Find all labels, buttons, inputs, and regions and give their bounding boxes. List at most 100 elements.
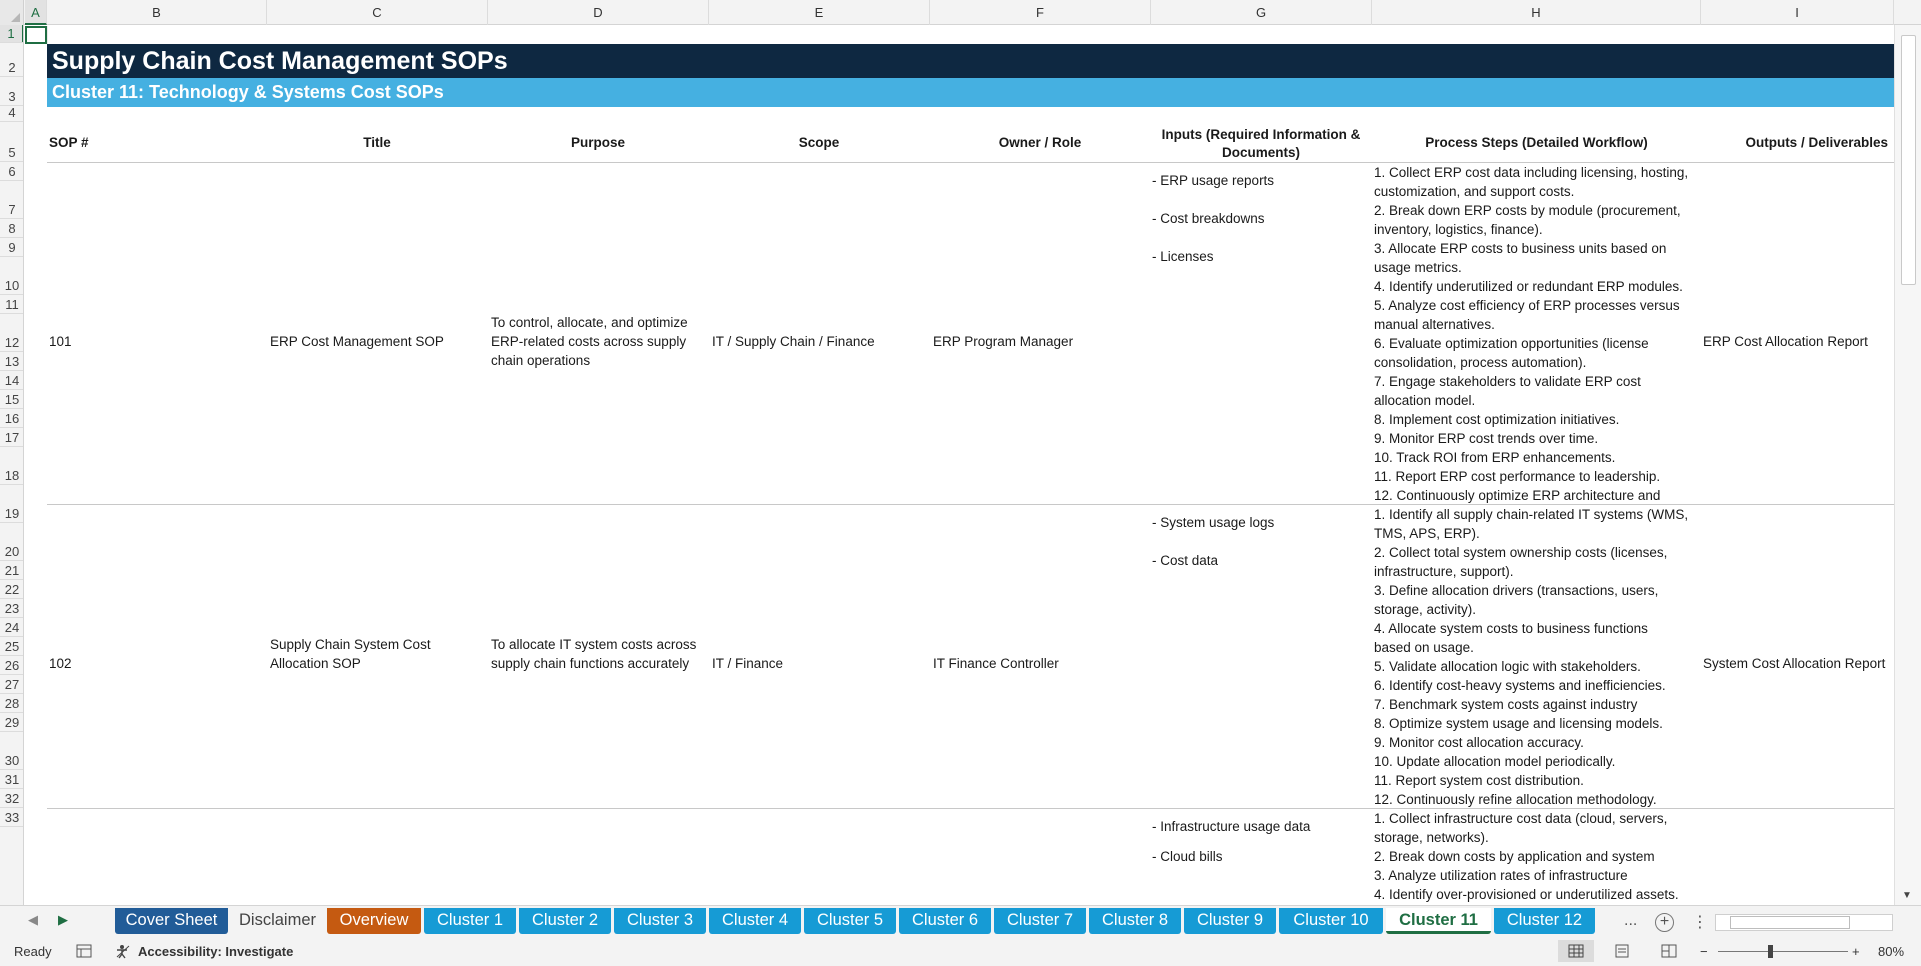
vertical-scroll-thumb[interactable] <box>1901 35 1916 285</box>
sheet-tab-disclaimer[interactable]: Disclaimer <box>231 908 324 934</box>
sheet-tab-cluster-6[interactable]: Cluster 6 <box>899 908 991 934</box>
zoom-slider[interactable] <box>1718 951 1848 952</box>
row-header[interactable]: 14 <box>0 371 23 390</box>
cell-inputs-103[interactable]: - Infrastructure usage data - Cloud bill… <box>1152 817 1310 877</box>
column-header-f[interactable]: F <box>930 0 1151 25</box>
cell-steps-101[interactable]: 1. Collect ERP cost data including licen… <box>1374 163 1704 505</box>
sheet-tab-cluster-10[interactable]: Cluster 10 <box>1279 908 1383 934</box>
vertical-scrollbar[interactable]: ▼ <box>1894 25 1921 905</box>
row-header[interactable]: 21 <box>0 561 23 580</box>
macro-record-icon[interactable] <box>76 944 92 961</box>
cell-inputs-101[interactable]: - ERP usage reports - Cost breakdowns - … <box>1152 171 1274 285</box>
cluster-title[interactable]: Cluster 11: Technology & Systems Cost SO… <box>47 78 1894 107</box>
row-header[interactable]: 10 <box>0 257 23 295</box>
sheet-tab-cluster-9[interactable]: Cluster 9 <box>1184 908 1276 934</box>
row-header[interactable]: 22 <box>0 580 23 599</box>
row-header[interactable]: 4 <box>0 105 23 122</box>
sheet-tab-cluster-2[interactable]: Cluster 2 <box>519 908 611 934</box>
row-header[interactable]: 7 <box>0 181 23 219</box>
page-layout-view-icon[interactable] <box>1614 944 1630 961</box>
accessibility-status[interactable]: Accessibility: Investigate <box>138 944 293 959</box>
add-sheet-button[interactable]: + <box>1655 913 1674 932</box>
column-header-i[interactable]: I <box>1701 0 1894 25</box>
row-header[interactable]: 24 <box>0 618 23 637</box>
row-header[interactable]: 27 <box>0 675 23 694</box>
cell-steps-102[interactable]: 1. Identify all supply chain-related IT … <box>1374 505 1704 809</box>
row-header[interactable]: 12 <box>0 314 23 352</box>
tab-scroll-right-icon[interactable]: ▶ <box>58 912 68 928</box>
sheet-tab-cluster-11[interactable]: Cluster 11 <box>1386 908 1491 934</box>
cell-scope-101[interactable]: IT / Supply Chain / Finance <box>712 332 875 351</box>
row-header[interactable]: 28 <box>0 694 23 713</box>
select-all-corner[interactable] <box>0 0 24 25</box>
tab-scroll-left-icon[interactable]: ◀ <box>28 912 38 928</box>
row-header[interactable]: 31 <box>0 770 23 789</box>
row-header[interactable]: 18 <box>0 447 23 485</box>
column-header-a[interactable]: A <box>25 0 47 25</box>
cell-sop-102[interactable]: 102 <box>49 654 72 673</box>
row-header[interactable]: 13 <box>0 352 23 371</box>
row-header[interactable]: 30 <box>0 732 23 770</box>
header-owner[interactable]: Owner / Role <box>930 134 1150 152</box>
cell-inputs-102[interactable]: - System usage logs - Cost data <box>1152 513 1274 589</box>
column-header-g[interactable]: G <box>1151 0 1372 25</box>
cell-purpose-102[interactable]: To allocate IT system costs across suppl… <box>491 635 696 673</box>
column-header-b[interactable]: B <box>47 0 267 25</box>
row-header[interactable]: 17 <box>0 428 23 447</box>
row-header[interactable]: 19 <box>0 485 23 523</box>
sheet-tab-overview[interactable]: Overview <box>327 908 421 934</box>
normal-view-icon[interactable] <box>1558 940 1594 962</box>
sheet-tab-cluster-12[interactable]: Cluster 12 <box>1494 908 1595 934</box>
row-header[interactable]: 29 <box>0 713 23 732</box>
zoom-in-button[interactable]: + <box>1852 944 1860 959</box>
sheet-tab-cluster-1[interactable]: Cluster 1 <box>424 908 516 934</box>
header-outputs[interactable]: Outputs / Deliverables <box>1701 134 1894 152</box>
row-header[interactable]: 8 <box>0 219 23 238</box>
row-header[interactable]: 1 <box>0 25 23 43</box>
sheet-tab-cluster-5[interactable]: Cluster 5 <box>804 908 896 934</box>
sheet-tab-cluster-7[interactable]: Cluster 7 <box>994 908 1086 934</box>
column-header-h[interactable]: H <box>1372 0 1701 25</box>
more-tabs-icon[interactable]: ... <box>1624 912 1637 930</box>
header-process-steps[interactable]: Process Steps (Detailed Workflow) <box>1372 134 1701 152</box>
cell-output-101[interactable]: ERP Cost Allocation Report <box>1703 332 1868 351</box>
worksheet-grid[interactable]: Supply Chain Cost Management SOPs Cluste… <box>25 26 1894 905</box>
row-header[interactable]: 6 <box>0 162 23 181</box>
header-title[interactable]: Title <box>267 134 487 152</box>
row-header[interactable]: 11 <box>0 295 23 314</box>
row-header[interactable]: 5 <box>0 122 23 162</box>
cell-sop-101[interactable]: 101 <box>49 332 72 351</box>
header-inputs[interactable]: Inputs (Required Information & Documents… <box>1151 126 1371 162</box>
zoom-level[interactable]: 80% <box>1878 944 1904 959</box>
row-header[interactable]: 32 <box>0 789 23 808</box>
sheet-tab-cluster-4[interactable]: Cluster 4 <box>709 908 801 934</box>
row-header[interactable]: 16 <box>0 409 23 428</box>
row-header[interactable]: 20 <box>0 523 23 561</box>
column-header-e[interactable]: E <box>709 0 930 25</box>
zoom-slider-thumb[interactable] <box>1768 945 1773 958</box>
row-header[interactable]: 25 <box>0 637 23 656</box>
row-header[interactable]: 33 <box>0 808 23 827</box>
header-purpose[interactable]: Purpose <box>488 134 708 152</box>
header-sop-number[interactable]: SOP # <box>49 134 249 152</box>
cell-scope-102[interactable]: IT / Finance <box>712 654 783 673</box>
cell-title-101[interactable]: ERP Cost Management SOP <box>270 332 444 351</box>
active-cell-a1[interactable] <box>25 26 47 44</box>
sheet-tab-cover-sheet[interactable]: Cover Sheet <box>115 908 228 934</box>
row-header[interactable]: 3 <box>0 77 23 106</box>
row-header[interactable]: 2 <box>0 43 23 77</box>
column-header-c[interactable]: C <box>267 0 488 25</box>
cell-output-102[interactable]: System Cost Allocation Report <box>1703 654 1885 673</box>
cell-purpose-101[interactable]: To control, allocate, and optimize ERP-r… <box>491 313 688 370</box>
horizontal-scroll-thumb[interactable] <box>1730 916 1850 929</box>
row-header[interactable]: 26 <box>0 656 23 675</box>
row-header[interactable]: 23 <box>0 599 23 618</box>
horizontal-scrollbar[interactable] <box>1715 914 1893 931</box>
cell-owner-101[interactable]: ERP Program Manager <box>933 332 1073 351</box>
zoom-out-button[interactable]: − <box>1700 944 1708 959</box>
header-scope[interactable]: Scope <box>709 134 929 152</box>
cell-owner-102[interactable]: IT Finance Controller <box>933 654 1059 673</box>
sheet-tab-cluster-3[interactable]: Cluster 3 <box>614 908 706 934</box>
scroll-down-icon[interactable]: ▼ <box>1902 890 1912 901</box>
tab-splitter-icon[interactable]: ⋮ <box>1692 912 1708 932</box>
